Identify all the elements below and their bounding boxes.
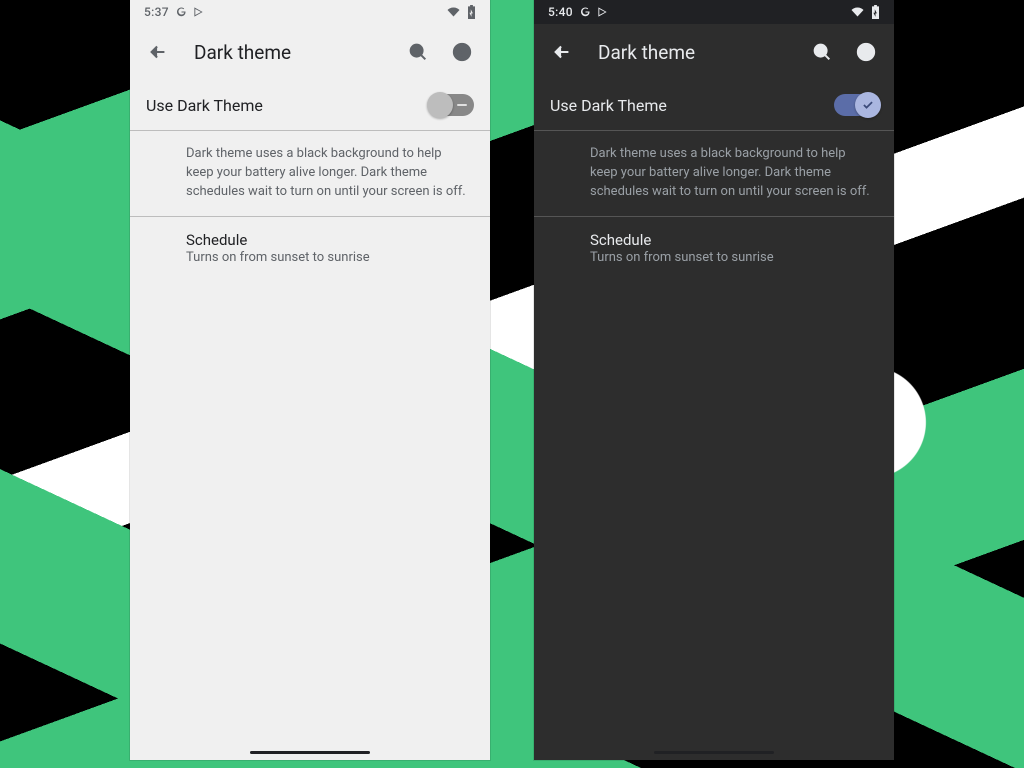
schedule-value: Turns on from sunset to sunrise [186,249,470,268]
schedule-row[interactable]: Schedule Turns on from sunset to sunrise [130,217,490,282]
dark-theme-switch[interactable] [430,94,474,116]
page-title: Dark theme [194,41,394,64]
search-button[interactable] [398,32,438,72]
stage: 5:37 Dark theme [0,0,1024,768]
help-button[interactable] [846,32,886,72]
phone-dark: 5:40 Dark theme [534,0,894,760]
nav-handle[interactable] [250,751,370,754]
status-time: 5:40 [548,5,573,19]
dark-theme-switch[interactable] [834,94,878,116]
schedule-label: Schedule [590,231,874,249]
battery-icon [871,5,880,19]
app-bar: Dark theme [130,24,490,80]
description-row: Dark theme uses a black background to he… [130,131,490,217]
status-time: 5:37 [144,5,169,19]
google-icon [579,6,591,18]
toggle-row[interactable]: Use Dark Theme [130,80,490,131]
description-text: Dark theme uses a black background to he… [186,145,470,202]
toggle-row[interactable]: Use Dark Theme [534,80,894,131]
help-button[interactable] [442,32,482,72]
schedule-label: Schedule [186,231,470,249]
description-text: Dark theme uses a black background to he… [590,145,874,202]
back-button[interactable] [138,32,178,72]
play-icon [597,6,608,18]
toggle-label: Use Dark Theme [146,96,418,115]
status-bar: 5:37 [130,0,490,24]
description-row: Dark theme uses a black background to he… [534,131,894,217]
toggle-label: Use Dark Theme [550,96,822,115]
wifi-icon [850,6,865,18]
schedule-row[interactable]: Schedule Turns on from sunset to sunrise [534,217,894,282]
wifi-icon [446,6,461,18]
phone-light: 5:37 Dark theme [130,0,490,760]
search-button[interactable] [802,32,842,72]
schedule-value: Turns on from sunset to sunrise [590,249,874,268]
back-button[interactable] [542,32,582,72]
status-bar: 5:40 [534,0,894,24]
play-icon [193,6,204,18]
google-icon [175,6,187,18]
battery-icon [467,5,476,19]
nav-handle[interactable] [654,751,774,754]
page-title: Dark theme [598,41,798,64]
app-bar: Dark theme [534,24,894,80]
